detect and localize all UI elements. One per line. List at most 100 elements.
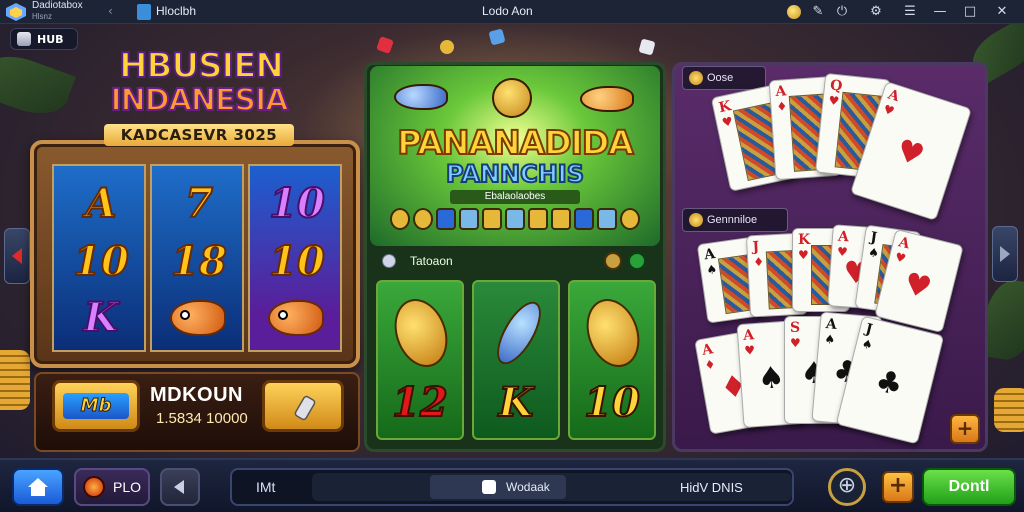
mode-pill[interactable]: Wodaak xyxy=(430,475,566,499)
palm-leaf xyxy=(0,46,76,124)
app-subname: Hlsnz xyxy=(32,12,53,21)
fish-icon xyxy=(394,84,448,110)
field-left-label: IMt xyxy=(256,479,276,495)
coin-chip-icon xyxy=(413,208,433,230)
middle-game-subtitle: Ebalaolaobes xyxy=(450,190,580,204)
left-game-play-button[interactable]: Mb xyxy=(52,380,140,432)
bonus-item-card[interactable]: K xyxy=(472,280,560,440)
plo-button[interactable]: PLO xyxy=(74,468,150,506)
tab-icon[interactable] xyxy=(137,4,151,20)
jackpot-value: 1.5834 10000 xyxy=(156,410,248,427)
fish-trophy-icon xyxy=(385,291,457,375)
symbol-chip-row xyxy=(388,206,642,232)
coin-icon[interactable] xyxy=(784,2,804,22)
middle-game-title-line2: PANNCHIS xyxy=(445,159,585,189)
chip-icon xyxy=(528,208,548,230)
hub-button[interactable]: HUB xyxy=(10,28,78,50)
coin-icon xyxy=(689,213,703,227)
bottom-input-field[interactable]: IMt Wodaak HidV DNIS xyxy=(230,468,794,506)
chip-icon xyxy=(436,208,456,230)
coin-bag-icon xyxy=(492,78,532,118)
crosshair-icon: ⊕ xyxy=(837,473,857,498)
reel-symbol: K xyxy=(83,293,120,342)
add-button[interactable]: + xyxy=(882,471,914,503)
wrench-icon xyxy=(294,395,316,421)
field-right-label: HidV DNIS xyxy=(680,480,743,495)
maximize-icon[interactable]: □ xyxy=(960,2,980,22)
coin-icon xyxy=(689,71,703,85)
ghost-icon xyxy=(482,480,496,494)
window-titlebar: Dadiotabox Hlsnz ‹ Hloclbh Lodo Aon ✎ ⏻ … xyxy=(0,0,1024,24)
brush-icon[interactable]: ✎ xyxy=(808,2,828,22)
coin-stack-icon xyxy=(994,388,1024,432)
slot-reel-1[interactable]: A 10 K xyxy=(52,164,146,352)
reel-symbol: 10 xyxy=(268,237,326,286)
reel-symbol: 7 xyxy=(184,179,214,228)
chip-icon xyxy=(597,208,617,230)
next-arrow-button[interactable] xyxy=(992,226,1018,282)
mode-pill-label: Wodaak xyxy=(506,480,550,494)
chevron-left-icon xyxy=(12,248,22,264)
chip-icon xyxy=(574,208,594,230)
play-button-label: Mb xyxy=(80,395,112,417)
right-top-badge: Oose xyxy=(682,66,766,90)
bottom-toolbar: PLO IMt Wodaak HidV DNIS ⊕ + Dontl xyxy=(0,458,1024,512)
home-button[interactable] xyxy=(12,468,64,506)
target-button[interactable]: ⊕ xyxy=(828,468,866,506)
chevron-right-icon xyxy=(1000,246,1010,262)
left-game-subtitle: KADCASEVR 3025 xyxy=(104,124,294,146)
previous-arrow-button[interactable] xyxy=(4,228,30,284)
hub-label: HUB xyxy=(37,32,64,46)
plo-label: PLO xyxy=(112,479,141,495)
chip-icon xyxy=(482,208,502,230)
app-name: Dadiotabox xyxy=(32,0,83,11)
info-icon[interactable] xyxy=(604,252,622,270)
settings-icon[interactable]: ⚙ xyxy=(866,2,886,22)
tab-active[interactable]: Hloclbh xyxy=(156,4,196,18)
coin-chip-icon xyxy=(620,208,640,230)
fish-icon xyxy=(268,300,324,336)
reel-symbol: 10 xyxy=(72,237,130,286)
app-logo-icon xyxy=(6,3,26,21)
middle-game-section-header: Tatoaon xyxy=(374,250,660,272)
slot-reel-2[interactable]: 7 18 xyxy=(150,164,244,352)
jackpot-title: MDKOUN xyxy=(150,384,243,406)
power-icon[interactable]: ⏻ xyxy=(832,2,852,22)
coin-icon xyxy=(440,40,454,54)
fish-icon xyxy=(170,300,226,336)
gear-icon xyxy=(382,254,396,268)
chip-icon xyxy=(505,208,525,230)
reel-symbol: A xyxy=(84,179,117,228)
reel-symbol: 18 xyxy=(170,237,228,286)
slot-reel-3[interactable]: 10 10 xyxy=(248,164,342,352)
left-game-bet-button[interactable] xyxy=(262,380,344,432)
minimize-icon[interactable]: — xyxy=(930,2,950,22)
item-value: K xyxy=(498,378,535,427)
left-game-title-line2: INDANESIA xyxy=(110,83,290,119)
reel-symbol: 10 xyxy=(268,179,326,228)
hub-icon xyxy=(17,32,31,46)
close-icon[interactable]: ✕ xyxy=(992,2,1012,22)
field-inner: Wodaak HidV DNIS xyxy=(312,473,792,501)
fish-trophy-icon xyxy=(577,291,649,375)
coin-chip-icon xyxy=(390,208,410,230)
back-button[interactable] xyxy=(160,468,200,506)
confirm-icon[interactable] xyxy=(628,252,646,270)
bonus-item-card[interactable]: 12 xyxy=(376,280,464,440)
fish-icon xyxy=(580,86,634,112)
item-value: 10 xyxy=(583,378,641,427)
home-icon xyxy=(28,478,48,496)
left-game-title: HBUSIEN xyxy=(118,46,285,86)
right-mid-badge: Gennniloe xyxy=(682,208,788,232)
middle-game-title: PANANADIDA xyxy=(396,123,635,163)
item-value: 12 xyxy=(391,378,449,427)
add-button[interactable]: + xyxy=(950,414,980,444)
arrow-left-icon xyxy=(174,480,184,494)
confirm-button[interactable]: Dontl xyxy=(922,468,1016,506)
right-top-label: Oose xyxy=(707,72,734,84)
bonus-item-card[interactable]: 10 xyxy=(568,280,656,440)
window-title: Lodo Aon xyxy=(482,4,533,18)
tab-separator-icon: ‹ xyxy=(108,4,113,18)
menu-icon[interactable]: ☰ xyxy=(900,2,920,22)
bottle-icon xyxy=(488,295,550,371)
